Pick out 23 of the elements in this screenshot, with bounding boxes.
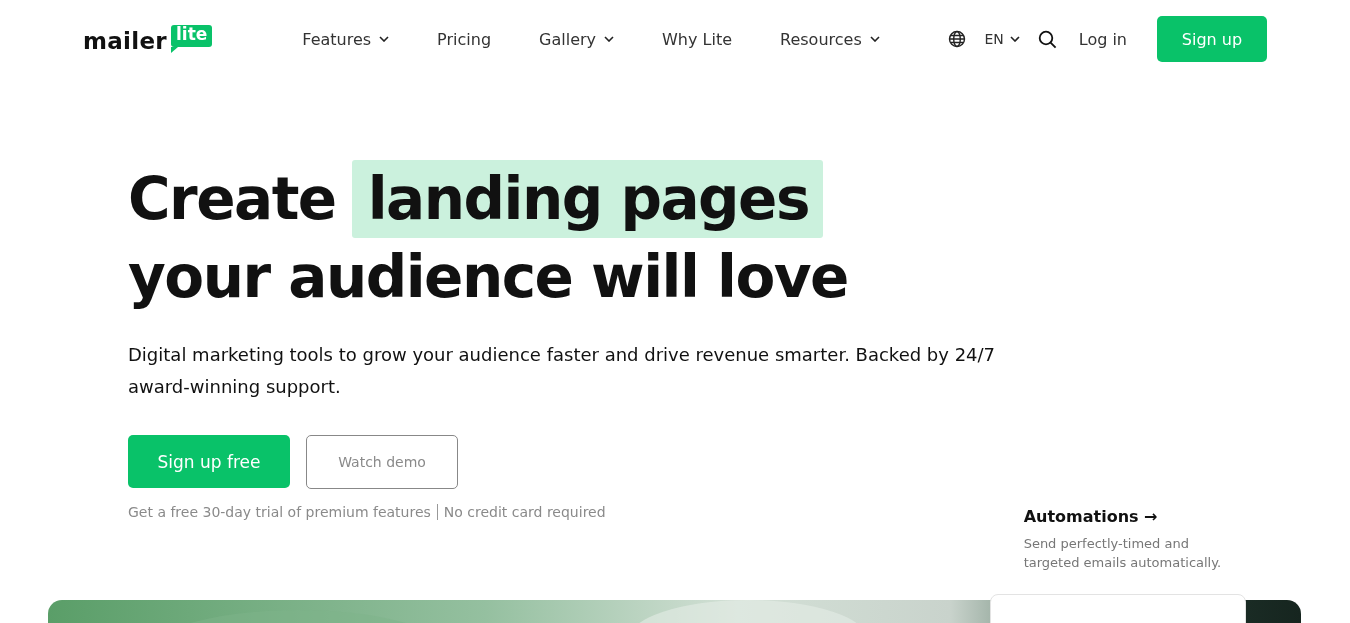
chevron-down-icon bbox=[869, 36, 880, 42]
feature-description: Send perfectly-timed and targeted emails automatically. bbox=[1023, 535, 1223, 572]
language-selector[interactable]: EN bbox=[984, 31, 1020, 47]
logo[interactable]: mailer lite bbox=[83, 24, 213, 54]
nav-link[interactable]: Pricing bbox=[437, 29, 492, 49]
nav-link[interactable]: Why Lite bbox=[662, 29, 733, 49]
nav-link[interactable]: Gallery bbox=[539, 29, 615, 49]
hero-subtitle: Digital marketing tools to grow your audience faster and drive revenue smarter. Backed by 24/7 award-winning support. bbox=[128, 343, 997, 399]
chevron-down-icon bbox=[604, 36, 615, 42]
watch-demo-button[interactable]: Watch demo bbox=[306, 435, 458, 489]
chevron-down-icon bbox=[1009, 36, 1020, 42]
chevron-down-icon bbox=[379, 36, 390, 42]
hero-title: your audience will love bbox=[128, 242, 848, 313]
hero-title: Create bbox=[128, 164, 336, 235]
globe-icon[interactable] bbox=[948, 30, 967, 48]
search-icon[interactable] bbox=[1037, 29, 1057, 49]
highlighted-title: landing pages bbox=[351, 160, 823, 238]
nav-link[interactable]: Resources bbox=[780, 29, 880, 49]
nav-link[interactable]: Features bbox=[302, 29, 390, 49]
credit-card-note: No credit card required bbox=[443, 504, 606, 520]
feature-link[interactable]: Automations → bbox=[1023, 507, 1245, 526]
trial-note: Get a free 30-day trial of premium features bbox=[128, 504, 431, 520]
login-link[interactable]: Log in bbox=[1074, 29, 1133, 49]
